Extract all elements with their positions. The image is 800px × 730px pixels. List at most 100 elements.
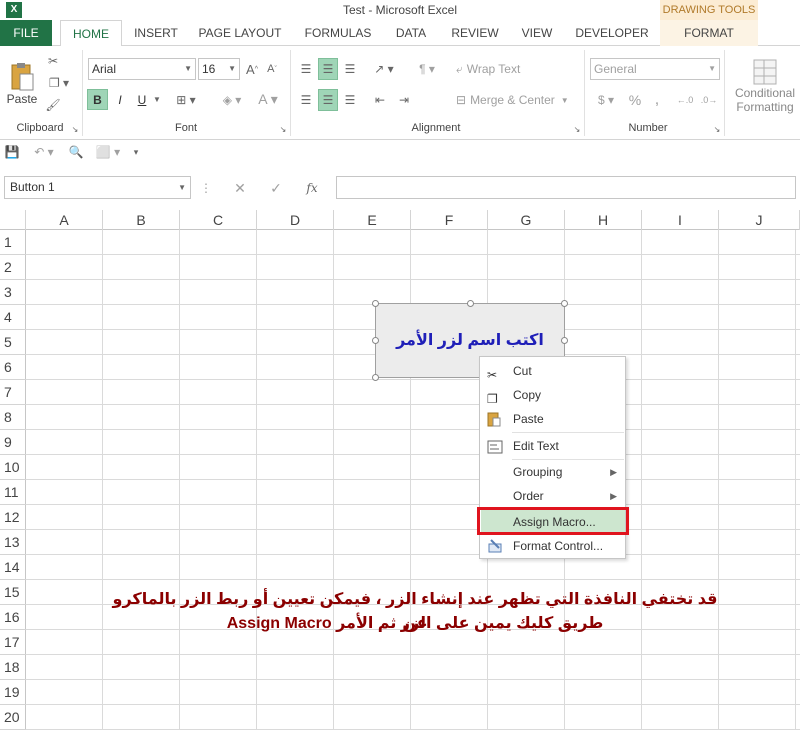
font-size-select[interactable]: 16 ▼ xyxy=(198,58,240,80)
align-top-button[interactable]: ☰ xyxy=(296,58,316,80)
increase-decimal-button[interactable]: ←.0 xyxy=(676,89,694,111)
column-header[interactable]: G xyxy=(488,210,565,230)
underline-button[interactable]: U xyxy=(134,89,150,110)
customize-qat-icon[interactable]: ▾ xyxy=(130,144,142,160)
tab-file[interactable]: FILE xyxy=(0,20,52,46)
row-header[interactable]: 14 xyxy=(0,555,26,580)
row-header[interactable]: 20 xyxy=(0,705,26,730)
tab-view[interactable]: VIEW xyxy=(514,20,560,46)
column-header[interactable]: F xyxy=(411,210,488,230)
row-header[interactable]: 13 xyxy=(0,530,26,555)
row-header[interactable]: 16 xyxy=(0,605,26,630)
column-header[interactable]: H xyxy=(565,210,642,230)
menu-item-paste[interactable]: Paste xyxy=(481,407,625,431)
row-header[interactable]: 18 xyxy=(0,655,26,680)
column-header[interactable]: I xyxy=(642,210,719,230)
row-header[interactable]: 15 xyxy=(0,580,26,605)
menu-item-grouping[interactable]: Grouping ▶ xyxy=(481,460,625,484)
resize-handle[interactable] xyxy=(467,300,474,307)
column-header[interactable]: E xyxy=(334,210,411,230)
tab-page-layout[interactable]: PAGE LAYOUT xyxy=(192,20,288,46)
merge-center-button[interactable]: ⊟ Merge & Center ▼ xyxy=(456,89,578,111)
tab-data[interactable]: DATA xyxy=(388,20,434,46)
fill-color-button[interactable]: ◈ ▾ xyxy=(218,89,246,110)
enter-entry-button[interactable]: ✓ xyxy=(268,180,284,196)
cut-button[interactable]: ✂ xyxy=(44,52,62,70)
formula-input[interactable] xyxy=(336,176,796,199)
select-all-corner[interactable] xyxy=(0,210,26,230)
resize-handle[interactable] xyxy=(372,337,379,344)
menu-item-cut[interactable]: ✂ Cut xyxy=(481,359,625,383)
menu-item-order[interactable]: Order ▶ xyxy=(481,484,625,508)
align-center-button[interactable]: ☰ xyxy=(318,89,338,111)
italic-button[interactable]: I xyxy=(112,89,128,110)
decrease-indent-button[interactable]: ⇤ xyxy=(370,89,390,111)
insert-function-button[interactable]: fx xyxy=(304,180,320,196)
number-format-select[interactable]: General ▼ xyxy=(590,58,720,80)
row-header[interactable]: 12 xyxy=(0,505,26,530)
column-header[interactable]: J xyxy=(719,210,800,230)
column-header[interactable]: D xyxy=(257,210,334,230)
resize-handle[interactable] xyxy=(561,337,568,344)
number-launcher-icon[interactable]: ↘ xyxy=(712,124,722,134)
cancel-entry-button[interactable]: ✕ xyxy=(232,180,248,196)
shapes-button[interactable]: ⬜ ▾ xyxy=(94,144,122,160)
row-header[interactable]: 19 xyxy=(0,680,26,705)
tab-insert[interactable]: INSERT xyxy=(128,20,184,46)
row-header[interactable]: 2 xyxy=(0,255,26,280)
accounting-format-button[interactable]: $ ▾ xyxy=(592,89,620,111)
column-header[interactable]: B xyxy=(103,210,180,230)
paste-button[interactable]: Paste xyxy=(6,52,38,116)
row-header[interactable]: 5 xyxy=(0,330,26,355)
orientation-button[interactable]: ↗ ▾ xyxy=(370,58,398,80)
row-header[interactable]: 11 xyxy=(0,480,26,505)
row-header[interactable]: 10 xyxy=(0,455,26,480)
conditional-formatting-button[interactable]: Conditional Formatting xyxy=(730,50,800,122)
name-box[interactable]: Button 1 ▼ xyxy=(4,176,191,199)
align-middle-button[interactable]: ☰ xyxy=(318,58,338,80)
tab-format-container[interactable]: FORMAT xyxy=(660,20,758,46)
comma-button[interactable]: , xyxy=(648,89,666,111)
format-painter-button[interactable]: 🖌 xyxy=(44,96,62,114)
splitter-dots-icon[interactable]: ⋮ xyxy=(200,180,212,196)
copy-button[interactable]: ❐ ▾ xyxy=(44,74,74,92)
underline-dropdown-icon[interactable]: ▼ xyxy=(152,89,162,110)
align-right-button[interactable]: ☰ xyxy=(340,89,360,111)
resize-handle[interactable] xyxy=(372,374,379,381)
menu-item-edit-text[interactable]: Edit Text xyxy=(481,434,625,458)
row-header[interactable]: 4 xyxy=(0,305,26,330)
row-header[interactable]: 17 xyxy=(0,630,26,655)
alignment-launcher-icon[interactable]: ↘ xyxy=(572,124,582,134)
rtl-button[interactable]: ¶ ▾ xyxy=(412,58,442,80)
borders-button[interactable]: ⊞ ▾ xyxy=(172,89,200,110)
menu-item-copy[interactable]: ❐ Copy xyxy=(481,383,625,407)
row-header[interactable]: 6 xyxy=(0,355,26,380)
decrease-font-button[interactable]: Aˇ xyxy=(264,60,280,78)
tab-formulas[interactable]: FORMULAS xyxy=(298,20,378,46)
resize-handle[interactable] xyxy=(561,300,568,307)
increase-indent-button[interactable]: ⇥ xyxy=(394,89,414,111)
font-name-select[interactable]: Arial ▼ xyxy=(88,58,196,80)
wrap-text-button[interactable]: ⤶ Wrap Text xyxy=(456,58,532,80)
tab-format[interactable]: FORMAT xyxy=(660,20,758,46)
save-button[interactable]: 💾 xyxy=(4,144,20,160)
row-header[interactable]: 9 xyxy=(0,430,26,455)
align-left-button[interactable]: ☰ xyxy=(296,89,316,111)
increase-font-button[interactable]: A ^ xyxy=(244,60,260,78)
undo-button[interactable]: ↶ ▾ xyxy=(30,144,58,160)
row-header[interactable]: 7 xyxy=(0,380,26,405)
bold-button[interactable]: B xyxy=(87,89,108,110)
column-header[interactable]: C xyxy=(180,210,257,230)
clipboard-launcher-icon[interactable]: ↘ xyxy=(70,124,80,134)
tab-home[interactable]: HOME xyxy=(60,20,122,47)
print-preview-button[interactable]: 🔍 xyxy=(68,144,84,160)
align-bottom-button[interactable]: ☰ xyxy=(340,58,360,80)
font-launcher-icon[interactable]: ↘ xyxy=(278,124,288,134)
decrease-decimal-button[interactable]: .0→ xyxy=(700,89,718,111)
row-header[interactable]: 3 xyxy=(0,280,26,305)
row-header[interactable]: 1 xyxy=(0,230,26,255)
resize-handle[interactable] xyxy=(372,300,379,307)
column-header[interactable]: A xyxy=(26,210,103,230)
font-color-button[interactable]: A ▾ xyxy=(254,89,282,110)
tab-review[interactable]: REVIEW xyxy=(444,20,506,46)
